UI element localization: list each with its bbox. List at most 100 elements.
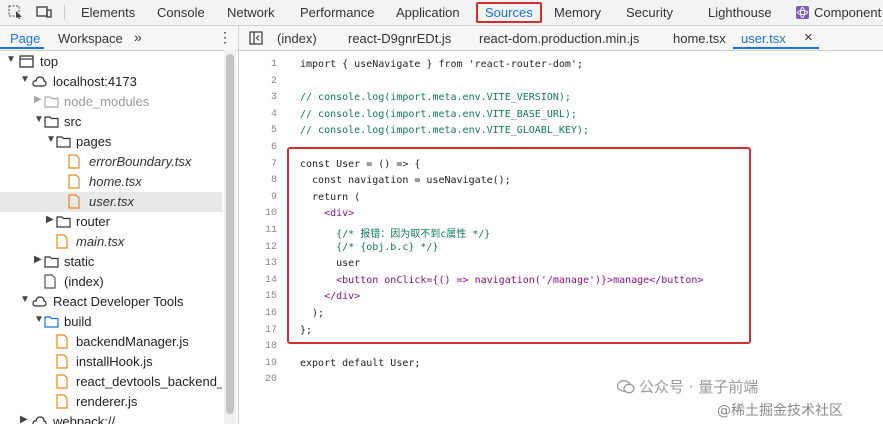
collapsed-arrow-icon[interactable]: ▶ — [34, 94, 42, 105]
folder-icon — [44, 256, 59, 268]
more-tabs-button[interactable]: » — [134, 29, 142, 45]
tree-item-label: home.tsx — [89, 174, 142, 189]
editor-tab-react-dom[interactable]: react-dom.production.min.js — [479, 31, 639, 46]
line-number[interactable]: 10 — [253, 208, 277, 219]
line-number[interactable]: 4 — [253, 109, 277, 120]
tree-item-label: react_devtools_backend_c — [76, 374, 222, 389]
tab-network[interactable]: Network — [227, 5, 275, 20]
tab-lighthouse[interactable]: Lighthouse — [708, 5, 772, 20]
tab-page[interactable]: Page — [10, 31, 40, 46]
tab-memory[interactable]: Memory — [554, 5, 601, 20]
tree-item-label: build — [64, 314, 92, 329]
expanded-arrow-icon[interactable]: ▼ — [6, 54, 16, 65]
code-line: // console.log(import.meta.env.VITE_BASE… — [300, 108, 577, 120]
tree-item-renderer[interactable]: renderer.js — [0, 392, 222, 412]
tree-item-index[interactable]: (index) — [0, 272, 222, 292]
device-toolbar-icon[interactable] — [36, 5, 52, 19]
editor-tab-user[interactable]: user.tsx — [741, 31, 786, 46]
code-line: // console.log(import.meta.env.VITE_VERS… — [300, 92, 571, 104]
scrollbar-thumb[interactable] — [226, 54, 234, 414]
tree-item-label: static — [64, 254, 95, 269]
tree-item-label: main.tsx — [76, 234, 125, 249]
line-number[interactable]: 18 — [253, 341, 277, 352]
close-tab-icon[interactable]: × — [804, 29, 813, 46]
devtools-toolbar: Elements Console Network Performance App… — [0, 0, 883, 26]
file-icon — [68, 154, 80, 169]
tree-item-top[interactable]: ▼ top — [0, 52, 222, 72]
tree-item-label: backendManager.js — [76, 334, 189, 349]
code-editor[interactable]: 1 import { useNavigate } from 'react-rout… — [239, 51, 883, 424]
tree-item-build[interactable]: ▼ build — [0, 312, 222, 332]
expanded-arrow-icon[interactable]: ▼ — [20, 74, 30, 85]
more-options-icon[interactable]: ⋮ — [218, 29, 232, 46]
line-number[interactable]: 17 — [253, 325, 277, 336]
inspect-element-icon[interactable] — [8, 5, 24, 19]
line-number[interactable]: 20 — [253, 374, 277, 385]
expanded-arrow-icon[interactable]: ▼ — [20, 294, 30, 305]
watermark-line-1: 公众号 · 量子前端 — [639, 378, 759, 396]
tree-item-label: pages — [76, 134, 112, 149]
file-icon — [56, 394, 68, 409]
tab-elements[interactable]: Elements — [81, 5, 135, 20]
line-number[interactable]: 3 — [253, 92, 277, 103]
editor-tab-index[interactable]: (index) — [277, 31, 317, 46]
editor-tab-react-bundle[interactable]: react-D9gnrEDt.js — [348, 31, 451, 46]
tree-item-react-devtools[interactable]: ▼ React Developer Tools — [0, 292, 222, 312]
collapsed-arrow-icon[interactable]: ▶ — [20, 414, 28, 424]
tab-console[interactable]: Console — [157, 5, 205, 20]
expanded-arrow-icon[interactable]: ▼ — [34, 114, 44, 125]
line-number[interactable]: 5 — [253, 125, 277, 136]
tree-item-localhost[interactable]: ▼ localhost:4173 — [0, 72, 222, 92]
code-line: // console.log(import.meta.env.VITE_GLOA… — [300, 125, 589, 137]
expanded-arrow-icon[interactable]: ▼ — [46, 134, 56, 145]
code-line: export default User; — [300, 357, 421, 369]
line-number[interactable]: 12 — [253, 242, 277, 253]
tree-item-webpack[interactable]: ▶ webpack:// — [0, 412, 222, 424]
line-number[interactable]: 9 — [253, 192, 277, 203]
tree-item-node-modules[interactable]: ▶ node_modules — [0, 92, 222, 112]
line-number[interactable]: 16 — [253, 308, 277, 319]
tree-item-label: installHook.js — [76, 354, 153, 369]
tree-item-backendmanager[interactable]: backendManager.js — [0, 332, 222, 352]
line-number[interactable]: 7 — [253, 159, 277, 170]
tree-item-errorboundary[interactable]: errorBoundary.tsx — [0, 152, 222, 172]
tree-item-user[interactable]: user.tsx — [0, 192, 222, 212]
tree-item-react-devtools-backend[interactable]: react_devtools_backend_c — [0, 372, 222, 392]
tab-application[interactable]: Application — [396, 5, 460, 20]
line-number[interactable]: 11 — [253, 225, 277, 236]
tree-item-src[interactable]: ▼ src — [0, 112, 222, 132]
line-number[interactable]: 13 — [253, 258, 277, 269]
toggle-navigator-icon[interactable] — [249, 31, 263, 45]
active-tab-underline — [733, 47, 819, 49]
line-number[interactable]: 6 — [253, 142, 277, 153]
folder-icon — [44, 316, 59, 328]
expanded-arrow-icon[interactable]: ▼ — [34, 314, 44, 325]
folder-icon — [56, 216, 71, 228]
collapsed-arrow-icon[interactable]: ▶ — [46, 214, 54, 225]
line-number[interactable]: 2 — [253, 76, 277, 87]
navigator-scrollbar[interactable] — [224, 50, 236, 424]
tree-item-label: errorBoundary.tsx — [89, 154, 192, 169]
tab-performance[interactable]: Performance — [300, 5, 374, 20]
tree-item-label: src — [64, 114, 82, 129]
tree-item-pages[interactable]: ▼ pages — [0, 132, 222, 152]
tree-item-label: renderer.js — [76, 394, 138, 409]
line-number[interactable]: 19 — [253, 358, 277, 369]
tree-item-home[interactable]: home.tsx — [0, 172, 222, 192]
folder-icon — [44, 116, 59, 128]
tab-security[interactable]: Security — [626, 5, 673, 20]
line-number[interactable]: 15 — [253, 291, 277, 302]
line-number[interactable]: 8 — [253, 175, 277, 186]
line-number[interactable]: 1 — [253, 59, 277, 70]
tab-components[interactable]: Component — [814, 5, 881, 20]
line-number[interactable]: 14 — [253, 275, 277, 286]
collapsed-arrow-icon[interactable]: ▶ — [34, 254, 42, 265]
file-tree: ▼ top ▼ localhost:4173 ▶ node_modules ▼ … — [0, 52, 222, 424]
editor-tab-home[interactable]: home.tsx — [673, 31, 726, 46]
folder-icon — [44, 96, 59, 108]
tab-workspace[interactable]: Workspace — [58, 31, 123, 46]
tree-item-main[interactable]: main.tsx — [0, 232, 222, 252]
tree-item-installhook[interactable]: installHook.js — [0, 352, 222, 372]
tree-item-router[interactable]: ▶ router — [0, 212, 222, 232]
tree-item-static[interactable]: ▶ static — [0, 252, 222, 272]
